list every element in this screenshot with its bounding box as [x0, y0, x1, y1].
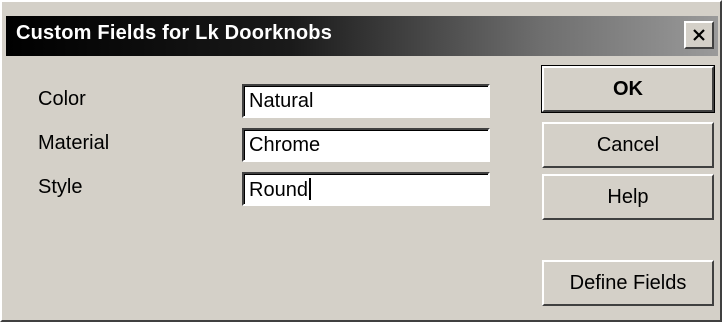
style-field[interactable]: Round [242, 172, 490, 206]
material-field[interactable]: Chrome [242, 128, 490, 162]
window-title: Custom Fields for Lk Doorknobs [16, 22, 333, 44]
close-button[interactable] [684, 21, 714, 49]
material-field-value: Chrome [249, 134, 321, 156]
style-label: Style [38, 176, 83, 198]
custom-fields-dialog: Custom Fields for Lk Doorknobs Color Nat… [0, 0, 722, 322]
material-label: Material [38, 132, 110, 154]
color-label: Color [38, 88, 86, 110]
style-field-value: Round [249, 179, 308, 201]
ok-button[interactable]: OK [541, 65, 715, 113]
cancel-button[interactable]: Cancel [542, 122, 714, 168]
text-caret [308, 178, 311, 200]
color-field-value: Natural [249, 90, 314, 112]
close-icon [693, 29, 705, 41]
title-bar[interactable]: Custom Fields for Lk Doorknobs [6, 16, 718, 56]
color-field[interactable]: Natural [242, 84, 490, 118]
define-fields-button[interactable]: Define Fields [542, 260, 714, 306]
help-button[interactable]: Help [542, 174, 714, 220]
